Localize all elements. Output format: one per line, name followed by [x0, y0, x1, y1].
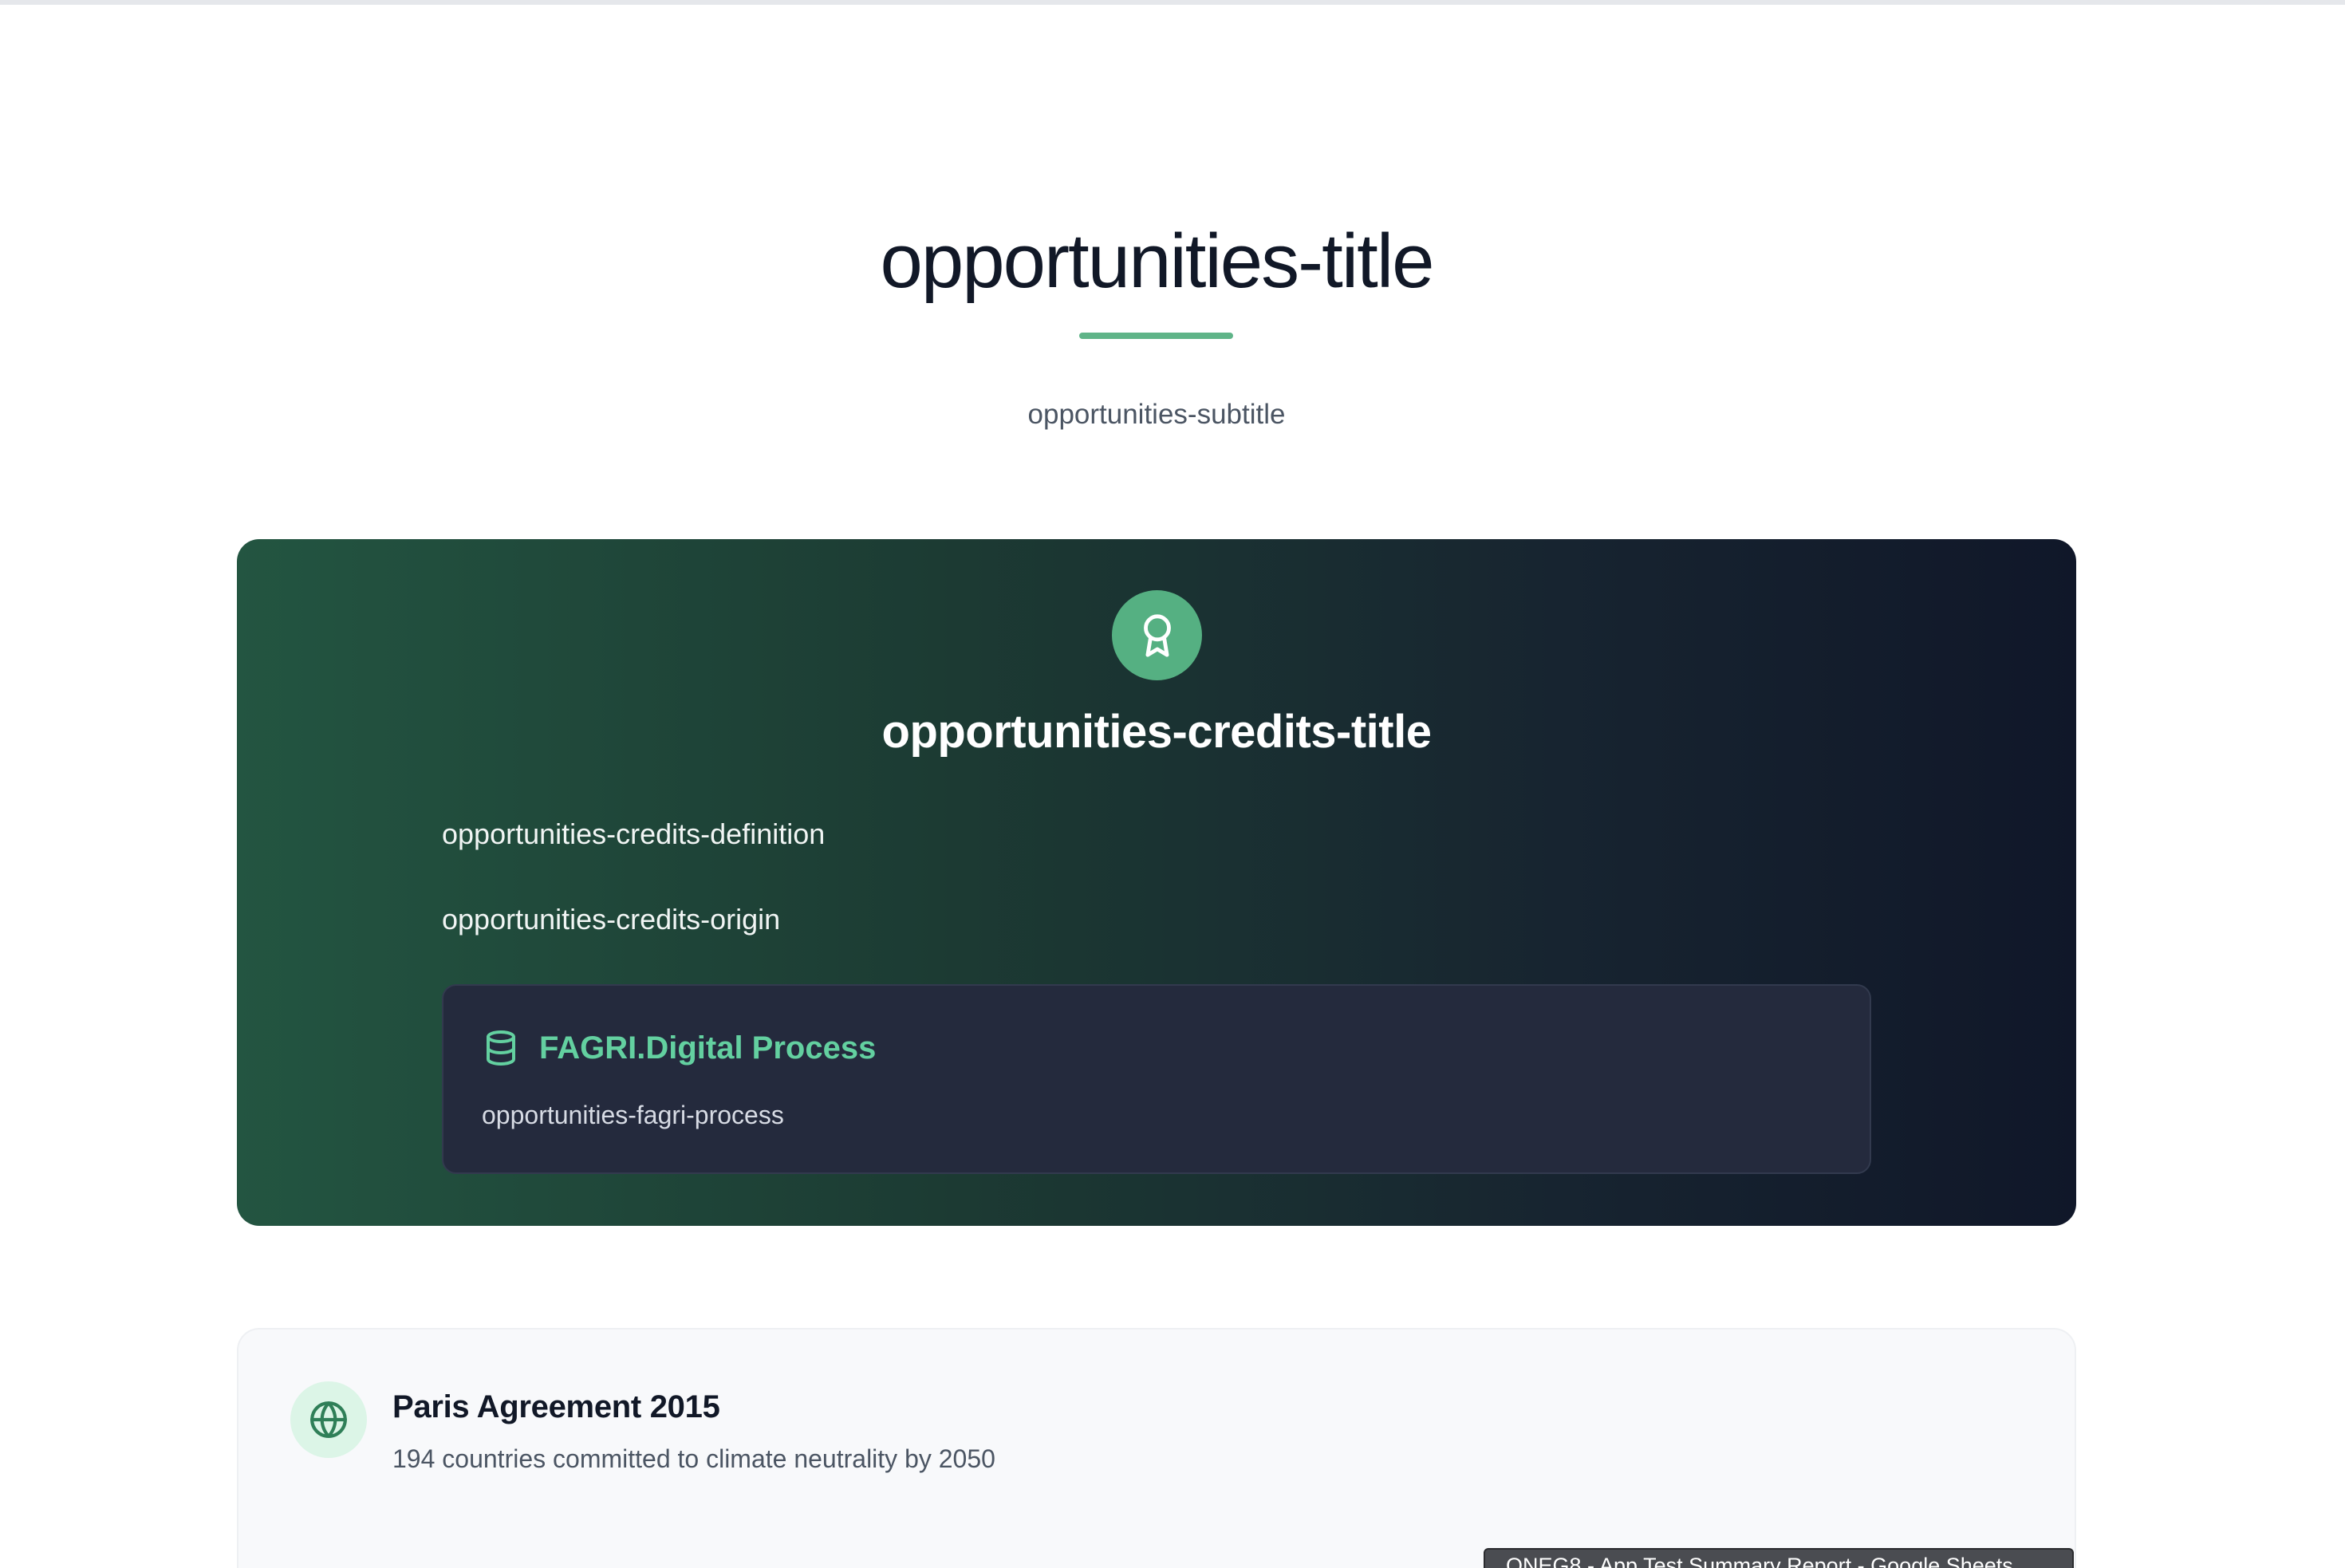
fagri-process-box: FAGRI.Digital Process opportunities-fagr…	[442, 984, 1871, 1174]
credits-title: opportunities-credits-title	[881, 706, 1432, 758]
database-icon	[487, 1030, 515, 1066]
page-title: opportunities-title	[880, 219, 1434, 304]
top-divider	[0, 0, 2345, 5]
credits-definition: opportunities-credits-definition	[442, 817, 826, 850]
paris-title: Paris Agreement 2015	[392, 1389, 720, 1424]
page-subtitle: opportunities-subtitle	[1027, 399, 1286, 430]
process-text: opportunities-fagri-process	[482, 1101, 784, 1129]
paris-description: 194 countries committed to climate neutr…	[392, 1444, 995, 1473]
credits-origin: opportunities-credits-origin	[442, 903, 781, 936]
title-accent-line	[1079, 333, 1233, 339]
award-icon	[1112, 590, 1202, 680]
carbon-credits-card: opportunities-credits-title opportunitie…	[237, 539, 2076, 1226]
browser-tab-tooltip: ONEG8 - App Test Summary Report - Google…	[1484, 1548, 2074, 1568]
process-title: FAGRI.Digital Process	[539, 1030, 877, 1066]
opportunities-page: opportunities-title opportunities-subtit…	[0, 0, 2345, 1568]
paris-agreement-card: Paris Agreement 2015 194 countries commi…	[237, 1328, 2076, 1568]
globe-icon	[290, 1381, 367, 1458]
